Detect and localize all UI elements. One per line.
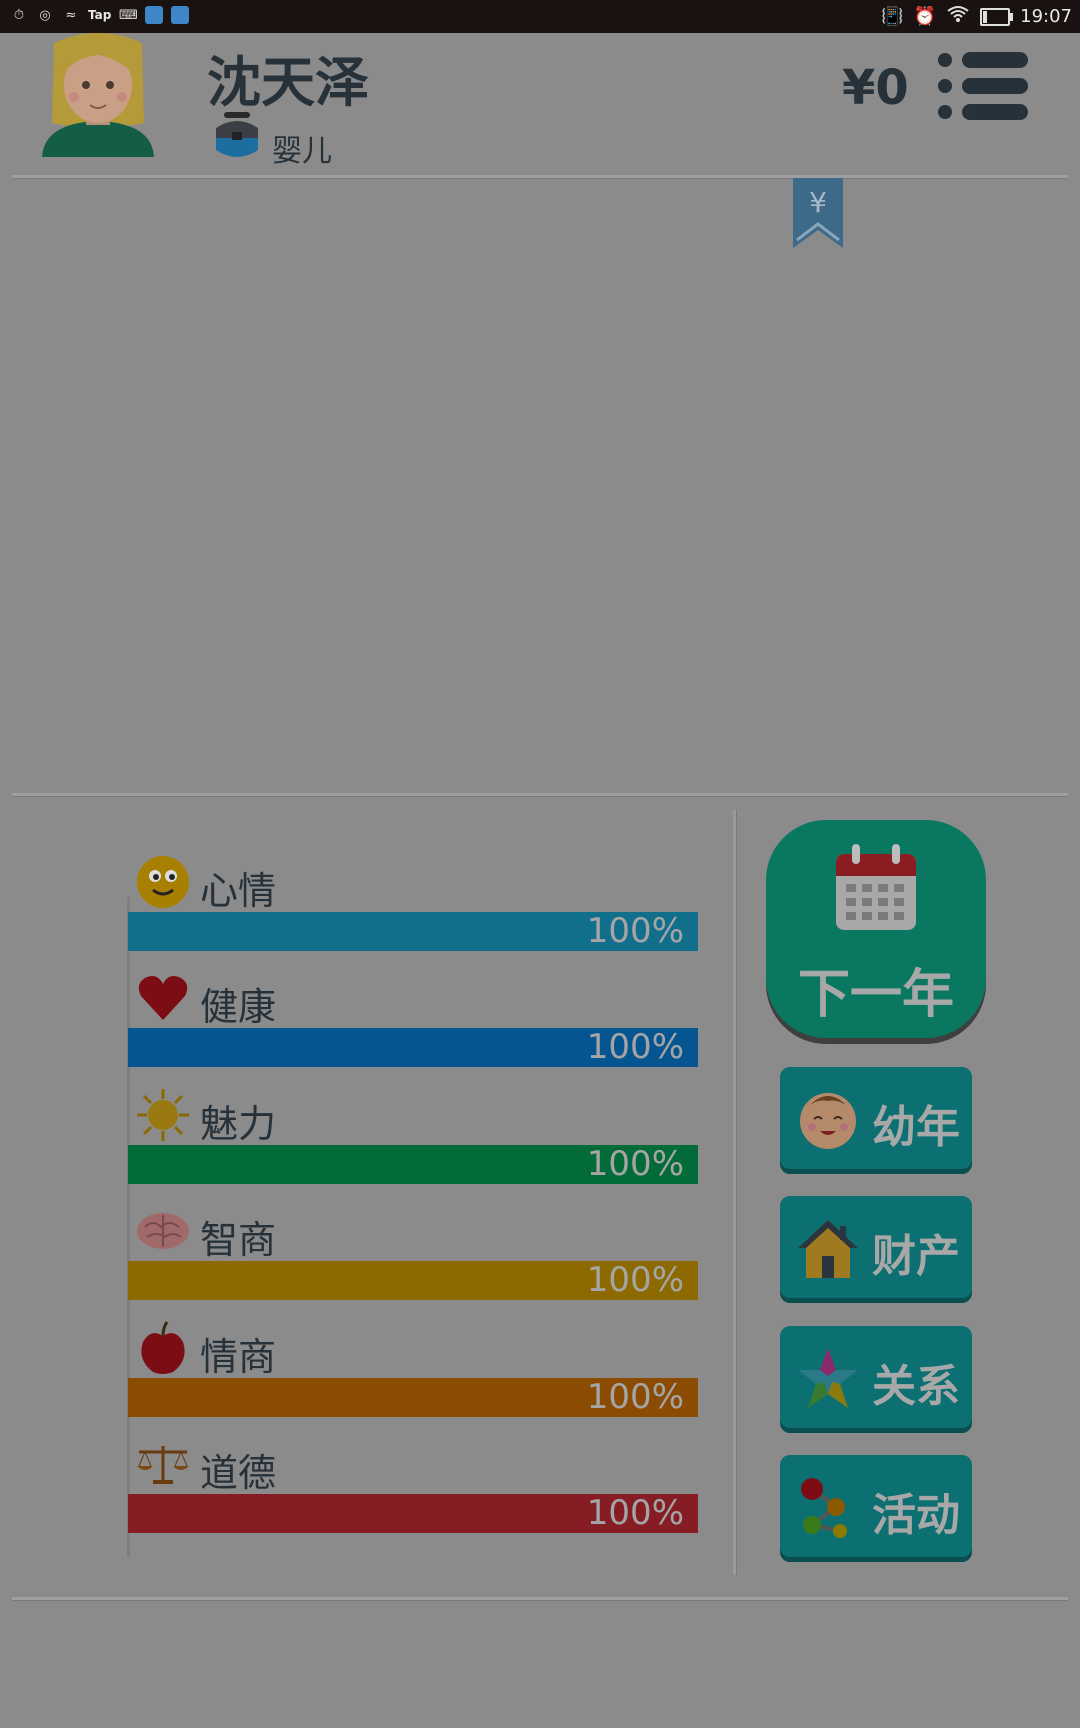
stat-percent: 100% [586,1493,684,1533]
vibrate-icon: 📳 [881,6,904,27]
money-bookmark-icon[interactable]: ¥ [793,178,843,248]
stats-vertical-line [127,897,130,1557]
clock-time: 19:07 [1020,6,1072,27]
brain-icon [135,1203,191,1259]
scales-icon [135,1436,191,1492]
battery-icon [980,7,1014,26]
stat-label: 情商 [200,1335,277,1379]
location-icon: ◎ [39,7,51,23]
stat-bar: 100% [128,1028,698,1067]
stat-label: 道德 [200,1451,277,1495]
relationship-label: 关系 [872,1361,960,1412]
baby-face-icon [796,1087,860,1151]
alarm-icon: ⏰ [913,6,937,27]
menu-line [934,52,1030,68]
star-icon [796,1346,860,1410]
wifi-off-icon: ≈ [65,7,77,23]
stat-percent: 100% [586,1377,684,1417]
stat-percent: 100% [586,1144,684,1184]
event-area-divider [12,793,1068,797]
stat-label: 健康 [200,985,277,1029]
stat-bar: 100% [128,1378,698,1417]
stat-bar: 100% [128,912,698,951]
stat-percent: 100% [586,911,684,951]
app-notification-icon [145,6,164,24]
money-display: ¥0 [842,60,909,116]
stat-label: 智商 [200,1218,277,1262]
childhood-label: 幼年 [872,1102,960,1153]
menu-button[interactable] [934,50,1030,122]
stroller-icon [212,110,262,164]
next-year-label: 下一年 [797,965,954,1025]
smiley-icon [135,854,191,910]
childhood-button[interactable]: 幼年 [780,1067,972,1169]
footer-divider [12,1597,1068,1601]
avatar[interactable] [34,33,162,157]
life-stage-label: 婴儿 [272,134,332,169]
stat-bar: 100% [128,1494,698,1533]
stat-bar: 100% [128,1261,698,1300]
stat-bar: 100% [128,1145,698,1184]
next-year-button[interactable]: 下一年 [766,820,986,1038]
activity-button[interactable]: 活动 [780,1455,972,1557]
stopwatch-icon: ⏱ [13,7,25,23]
stats-actions-divider [733,810,737,1575]
tap-app-label: Tap [88,8,112,22]
header-divider [12,175,1068,179]
menu-line [934,78,1030,94]
character-name: 沈天泽 [207,51,369,114]
wifi-icon [946,5,970,28]
app-notification-icon-2 [171,6,190,24]
stat-percent: 100% [586,1260,684,1300]
molecule-icon [796,1475,860,1539]
bookmark-symbol: ¥ [809,186,827,219]
stat-label: 心情 [200,869,277,913]
stat-percent: 100% [586,1027,684,1067]
relationship-button[interactable]: 关系 [780,1326,972,1428]
house-icon [796,1216,860,1280]
apple-icon [135,1320,191,1376]
property-label: 财产 [872,1231,960,1282]
menu-line [934,104,1030,120]
system-icons: 📳 ⏰ 19:07 [881,5,1072,28]
notification-icons: ⏱ ◎ ≈ Tap ⌨ [10,6,190,24]
stat-label: 魅力 [200,1102,277,1146]
status-bar: ⏱ ◎ ≈ Tap ⌨ 📳 ⏰ 19:07 [0,0,1080,33]
activity-label: 活动 [872,1490,960,1541]
calendar-icon [834,844,918,932]
keyboard-icon: ⌨ [118,7,138,23]
property-button[interactable]: 财产 [780,1196,972,1298]
heart-icon [135,970,191,1026]
sun-icon [135,1087,191,1143]
